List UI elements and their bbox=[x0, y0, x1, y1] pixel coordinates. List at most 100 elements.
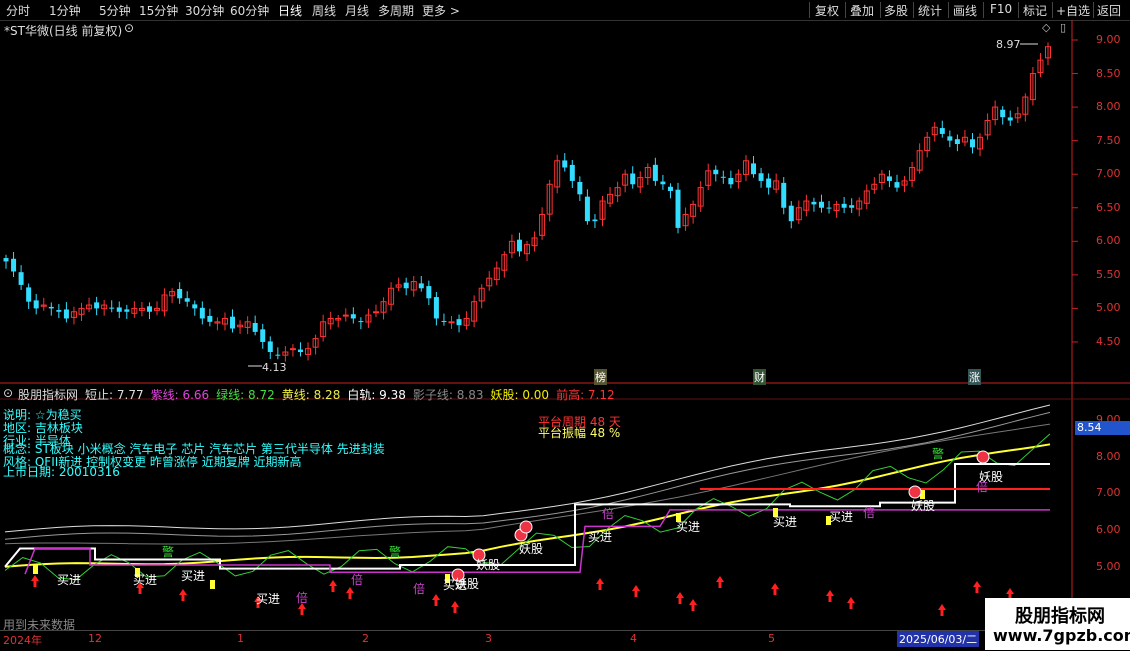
candle-body bbox=[969, 139, 975, 148]
candle-body bbox=[184, 298, 190, 302]
candle-body bbox=[766, 178, 772, 188]
date-label-feb: 2 bbox=[362, 632, 369, 645]
buy-arrow-icon bbox=[346, 587, 354, 599]
candle bbox=[131, 301, 138, 318]
candle-body bbox=[939, 128, 945, 134]
demon-ball-icon bbox=[519, 520, 533, 534]
candle bbox=[289, 344, 296, 357]
candle bbox=[931, 122, 938, 142]
candle bbox=[1000, 106, 1006, 125]
candle bbox=[751, 156, 757, 178]
candle bbox=[660, 174, 666, 190]
candle-body bbox=[358, 321, 364, 323]
price-axis-label: 7.00 bbox=[1096, 167, 1121, 181]
candle bbox=[501, 251, 508, 278]
candle-body bbox=[297, 349, 303, 353]
candle bbox=[516, 232, 522, 257]
candle bbox=[826, 200, 832, 214]
candle bbox=[312, 334, 319, 355]
price-axis-label: 9.00 bbox=[1096, 33, 1121, 46]
date-label-apr: 4 bbox=[630, 632, 637, 645]
candle bbox=[305, 342, 312, 361]
buy-label: 买进 bbox=[133, 573, 158, 587]
candle-body bbox=[403, 282, 409, 289]
candle bbox=[742, 155, 749, 182]
candle bbox=[508, 234, 515, 259]
price-axis-label: 5.50 bbox=[1096, 267, 1121, 281]
candlestick-series bbox=[3, 42, 1051, 367]
candle bbox=[947, 130, 953, 148]
shadow-line bbox=[4, 411, 1051, 540]
candle bbox=[630, 166, 636, 189]
candle-body bbox=[342, 314, 349, 317]
candle bbox=[109, 300, 115, 313]
buy-arrow-icon bbox=[632, 585, 640, 597]
candle bbox=[335, 315, 342, 328]
candle-body bbox=[418, 283, 424, 289]
candle-body bbox=[448, 321, 455, 324]
candle bbox=[350, 307, 356, 324]
demon-ball-icon bbox=[976, 450, 990, 464]
double-label: 倍 bbox=[296, 591, 309, 605]
candle-body bbox=[289, 348, 296, 351]
candle-body bbox=[350, 314, 356, 319]
candle bbox=[577, 176, 583, 202]
indicator-header-item: 绿线: 8.72 bbox=[216, 388, 275, 402]
buy-arrow-icon bbox=[847, 597, 855, 609]
candle bbox=[493, 261, 500, 286]
candle-body bbox=[849, 205, 855, 208]
candle bbox=[138, 302, 145, 317]
candle bbox=[1022, 93, 1029, 122]
warning-label: 警 bbox=[389, 545, 402, 559]
date-label-dec: 12 bbox=[88, 632, 102, 645]
warning-label: 警 bbox=[162, 545, 175, 559]
candle bbox=[705, 163, 712, 190]
candle bbox=[961, 130, 968, 147]
candle bbox=[161, 288, 168, 317]
candle-body bbox=[56, 310, 62, 312]
date-cursor-label: 2025/06/03/二 bbox=[897, 631, 980, 647]
rank-marker[interactable]: 榜 bbox=[594, 369, 607, 385]
buy-label: 买进 bbox=[57, 573, 82, 587]
rise-marker[interactable]: 涨 bbox=[968, 369, 981, 385]
candle bbox=[214, 317, 221, 331]
indicator-axis-label: 7.00 bbox=[1096, 486, 1121, 500]
indicator-header-item: 影子线: 8.83 bbox=[412, 388, 484, 402]
buy-arrow-icon bbox=[596, 578, 604, 590]
candle bbox=[116, 301, 122, 319]
price-axis-label: 5.00 bbox=[1096, 301, 1121, 315]
finance-marker[interactable]: 财 bbox=[753, 369, 766, 385]
buy-arrow-icon bbox=[689, 599, 697, 611]
candle-body bbox=[33, 300, 39, 309]
candle-body bbox=[192, 304, 198, 309]
candle bbox=[403, 277, 409, 296]
date-label-mar: 3 bbox=[485, 632, 492, 645]
candle bbox=[811, 197, 817, 212]
candle-body bbox=[260, 329, 266, 342]
indicator-header-item: 白轨: 9.38 bbox=[347, 388, 406, 402]
candle bbox=[365, 308, 372, 328]
candle bbox=[614, 181, 621, 203]
low-price-mark: 4.13 bbox=[262, 361, 287, 374]
candle-body bbox=[577, 181, 583, 195]
candle bbox=[818, 194, 824, 213]
indicator-collapse-icon[interactable]: ⊙ bbox=[3, 386, 13, 400]
info-listing-date: 上市日期: 20010316 bbox=[3, 465, 120, 479]
buy-arrow-icon bbox=[676, 592, 684, 604]
candle bbox=[380, 297, 387, 320]
indicator-header-item: 股朋指标网 bbox=[18, 388, 79, 402]
candle bbox=[924, 131, 931, 158]
candle bbox=[184, 291, 190, 307]
candle bbox=[637, 171, 644, 194]
candle-body bbox=[252, 322, 258, 332]
candle-body bbox=[11, 258, 17, 272]
candle bbox=[863, 184, 870, 210]
candle-body bbox=[1007, 117, 1013, 121]
candle bbox=[426, 280, 432, 306]
candle-body bbox=[886, 176, 892, 181]
candle bbox=[531, 231, 538, 252]
candle bbox=[539, 207, 546, 240]
warning-label: 警 bbox=[932, 447, 945, 461]
candle-body bbox=[894, 182, 900, 188]
buy-label: 买进 bbox=[773, 515, 798, 529]
